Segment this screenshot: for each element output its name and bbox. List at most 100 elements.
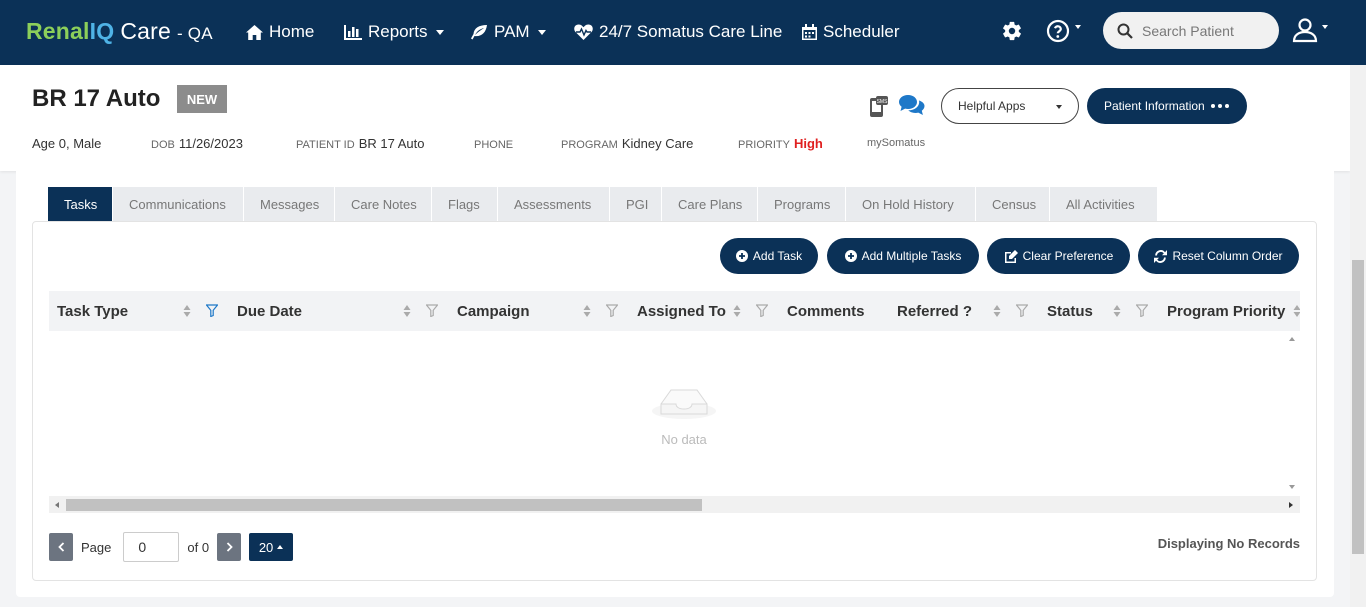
column-header-label: Task Type xyxy=(57,302,129,320)
tab-care-notes[interactable]: Care Notes xyxy=(335,187,432,222)
patient-id-label: PATIENT ID xyxy=(296,139,355,151)
app-logo[interactable]: RenalIQ Care - QA xyxy=(26,18,213,45)
nav-scheduler-label: Scheduler xyxy=(823,22,900,41)
patient-phone: PHONE xyxy=(474,136,517,151)
nav-scheduler[interactable]: Scheduler xyxy=(802,22,900,42)
settings-button[interactable] xyxy=(1001,20,1023,47)
mysomatus-link[interactable]: mySomatus xyxy=(867,137,925,149)
priority-label: PRIORITY xyxy=(738,139,790,151)
tab-programs[interactable]: Programs xyxy=(758,187,846,222)
sort-icon[interactable] xyxy=(1293,303,1300,319)
calendar-icon xyxy=(802,24,817,40)
search-patient-input[interactable] xyxy=(1142,22,1272,39)
filter-icon[interactable] xyxy=(1136,304,1148,317)
caret-up-icon xyxy=(277,545,284,549)
page-size-value: 20 xyxy=(258,539,274,555)
column-header-assigned-to[interactable]: Assigned To xyxy=(637,291,726,331)
column-header-label: Status xyxy=(1047,302,1093,320)
tab-flags[interactable]: Flags xyxy=(432,187,498,222)
table-vertical-scrollbar[interactable] xyxy=(1284,331,1300,496)
tab-communications[interactable]: Communications xyxy=(113,187,244,222)
tab-bar: Tasks Communications Messages Care Notes… xyxy=(48,187,1158,222)
page-size-dropdown[interactable]: 20 xyxy=(249,533,294,561)
prev-page-button[interactable] xyxy=(49,533,73,561)
nav-reports[interactable]: Reports xyxy=(344,22,444,42)
next-page-button[interactable] xyxy=(217,533,242,561)
reset-column-order-button[interactable]: Reset Column Order xyxy=(1138,238,1299,274)
tab-messages[interactable]: Messages xyxy=(244,187,335,222)
nav-care-line[interactable]: 24/7 Somatus Care Line xyxy=(574,22,782,42)
tab-care-plans[interactable]: Care Plans xyxy=(662,187,758,222)
tab-census[interactable]: Census xyxy=(976,187,1050,222)
patient-search[interactable] xyxy=(1103,12,1279,49)
scroll-up-arrow-icon[interactable] xyxy=(1288,336,1296,342)
page-scrollbar[interactable] xyxy=(1350,65,1366,607)
nav-home[interactable]: Home xyxy=(246,22,314,42)
filter-icon[interactable] xyxy=(756,304,768,317)
column-header-task-type[interactable]: Task Type xyxy=(57,291,128,331)
column-header-label: Program Priority xyxy=(1167,302,1286,320)
scrollbar-thumb[interactable] xyxy=(66,499,702,511)
chevron-down-icon xyxy=(537,29,546,35)
tab-tasks[interactable]: Tasks xyxy=(48,187,113,222)
tab-on-hold-history[interactable]: On Hold History xyxy=(846,187,976,222)
user-menu[interactable] xyxy=(1292,17,1328,43)
empty-inbox-icon xyxy=(652,389,716,419)
table-horizontal-scrollbar[interactable] xyxy=(49,496,1300,513)
help-menu[interactable] xyxy=(1046,19,1081,43)
clear-preference-button[interactable]: Clear Preference xyxy=(987,238,1130,274)
sort-icon[interactable] xyxy=(403,303,411,319)
empty-state: No data xyxy=(649,378,719,447)
no-data-text: No data xyxy=(661,432,707,447)
patient-priority: PRIORITY High xyxy=(738,136,823,151)
tab-assessments[interactable]: Assessments xyxy=(498,187,610,222)
filter-icon[interactable] xyxy=(1016,304,1028,317)
page-number-input[interactable] xyxy=(123,532,180,562)
sort-icon[interactable] xyxy=(733,303,741,319)
column-header-referred[interactable]: Referred ? xyxy=(897,291,972,331)
chat-button[interactable] xyxy=(898,94,926,121)
sms-button[interactable]: SMS xyxy=(869,96,889,123)
helpful-apps-dropdown[interactable]: Helpful Apps xyxy=(941,88,1079,124)
column-header-campaign[interactable]: Campaign xyxy=(457,291,530,331)
sort-icon[interactable] xyxy=(1113,303,1121,319)
tab-pgi[interactable]: PGI xyxy=(610,187,662,222)
scroll-down-arrow-icon[interactable] xyxy=(1288,484,1296,490)
comments-icon xyxy=(899,95,925,115)
sort-icon[interactable] xyxy=(993,303,1001,319)
chevron-right-icon xyxy=(226,542,233,552)
dob-label: DOB xyxy=(151,139,175,151)
nav-home-label: Home xyxy=(269,22,315,41)
column-header-due-date[interactable]: Due Date xyxy=(237,291,302,331)
clear-preference-label: Clear Preference xyxy=(1022,249,1114,263)
sort-icon[interactable] xyxy=(183,303,191,319)
patient-header: BR 17 Auto NEW Age 0, Male DOB 11/26/2023… xyxy=(0,65,1350,171)
filter-icon-active[interactable] xyxy=(206,304,218,317)
plus-circle-icon xyxy=(735,250,748,262)
user-icon xyxy=(1292,18,1318,43)
column-header-program-priority[interactable]: Program Priority xyxy=(1167,291,1285,331)
heartbeat-icon xyxy=(574,24,593,40)
sort-icon[interactable] xyxy=(583,303,591,319)
patient-information-button[interactable]: Patient Information xyxy=(1087,88,1247,124)
scroll-left-arrow-icon[interactable] xyxy=(54,501,60,509)
phone-label: PHONE xyxy=(474,139,514,151)
bar-chart-icon xyxy=(344,24,362,40)
chevron-down-icon xyxy=(435,29,444,35)
leaf-icon xyxy=(471,24,487,39)
filter-icon[interactable] xyxy=(426,304,438,317)
column-header-comments: Comments xyxy=(787,291,865,331)
column-header-status[interactable]: Status xyxy=(1047,291,1093,331)
add-multiple-tasks-button[interactable]: Add Multiple Tasks xyxy=(827,238,979,274)
filter-icon[interactable] xyxy=(606,304,618,317)
add-task-button[interactable]: Add Task xyxy=(720,238,818,274)
nav-care-line-label: 24/7 Somatus Care Line xyxy=(599,22,783,41)
sms-icon-text: SMS xyxy=(877,99,889,105)
column-header-label: Campaign xyxy=(457,302,530,320)
page-label: Page xyxy=(81,539,112,555)
page-scrollbar-thumb[interactable] xyxy=(1352,260,1364,554)
tab-all-activities[interactable]: All Activities xyxy=(1050,187,1158,222)
question-circle-icon xyxy=(1046,19,1070,43)
scroll-right-arrow-icon[interactable] xyxy=(1288,501,1294,509)
nav-pam[interactable]: PAM xyxy=(471,22,546,42)
